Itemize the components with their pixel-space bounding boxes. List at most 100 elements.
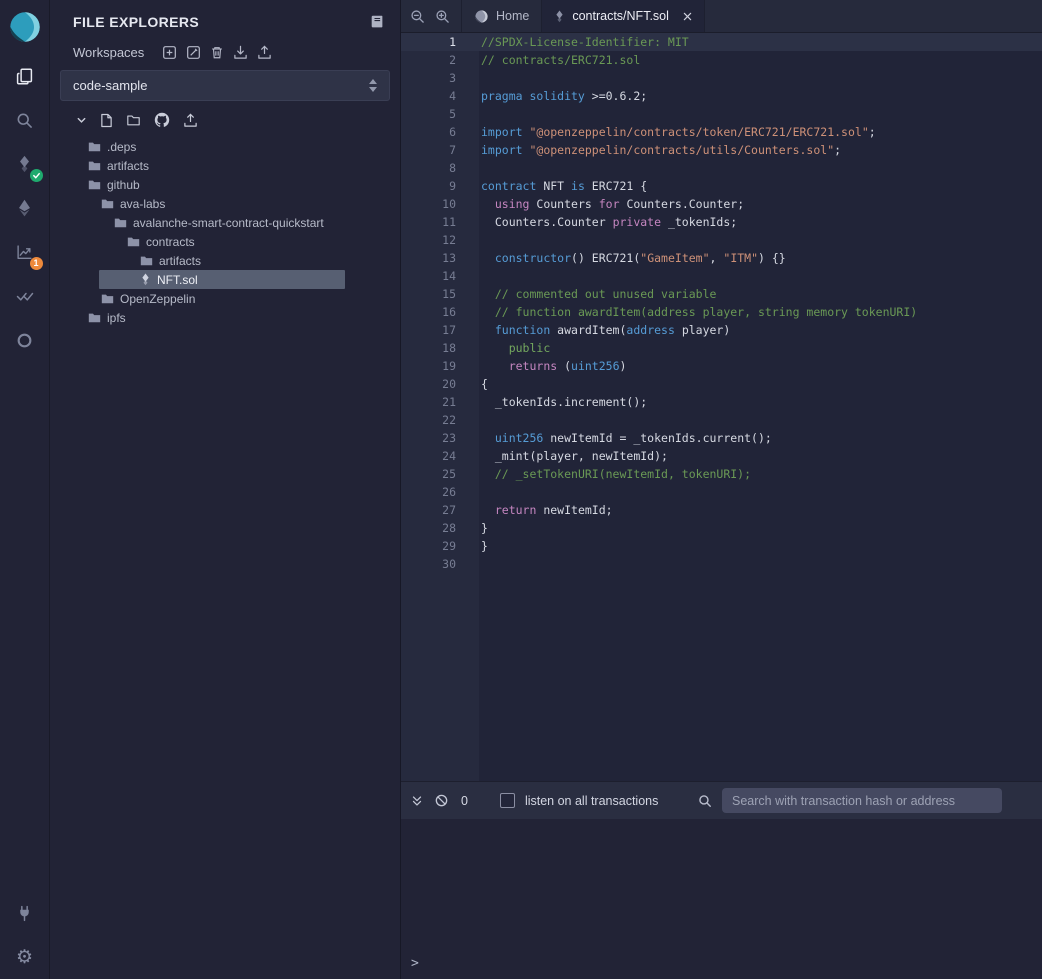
tree-item-label: ipfs <box>107 311 126 325</box>
tree-item-OpenZeppelin[interactable]: OpenZeppelin <box>50 289 400 308</box>
expand-terminal-icon[interactable] <box>410 794 424 808</box>
code-line: public <box>479 339 1042 357</box>
tree-item-ipfs[interactable]: ipfs <box>50 308 400 327</box>
new-folder-icon[interactable] <box>126 113 141 127</box>
code-line: //SPDX-License-Identifier: MIT <box>479 33 1042 51</box>
editor[interactable]: 1234567891011121314151617181920212223242… <box>401 33 1042 781</box>
tab-label: Home <box>496 9 529 23</box>
analytics-nav-icon[interactable]: 1 <box>0 230 50 274</box>
line-number: 2 <box>401 51 479 69</box>
tab-home[interactable]: Home <box>461 0 542 32</box>
code-line: } <box>479 537 1042 555</box>
tab-contracts-nft-sol[interactable]: contracts/NFT.sol <box>542 0 705 32</box>
remix-logo[interactable] <box>0 0 50 54</box>
file-explorer-panel: FILE EXPLORERS Workspaces code-sample <box>50 0 400 979</box>
line-number: 11 <box>401 213 479 231</box>
tree-item-label: ava-labs <box>120 197 165 211</box>
line-number: 13 <box>401 249 479 267</box>
folder-icon <box>127 235 140 248</box>
code-line: Counters.Counter private _tokenIds; <box>479 213 1042 231</box>
line-number: 4 <box>401 87 479 105</box>
code-line <box>479 159 1042 177</box>
download-workspace-icon[interactable] <box>233 45 248 60</box>
code-editor[interactable]: //SPDX-License-Identifier: MIT// contrac… <box>479 33 1042 781</box>
chevron-down-icon[interactable] <box>76 115 87 126</box>
editor-tabbar: Home contracts/NFT.sol <box>401 0 1042 33</box>
tree-item-NFT.sol[interactable]: NFT.sol <box>99 270 345 289</box>
plugin-circle-nav-icon[interactable] <box>0 318 50 362</box>
code-line: using Counters for Counters.Counter; <box>479 195 1042 213</box>
unit-testing-nav-icon[interactable] <box>0 274 50 318</box>
tree-item-contracts[interactable]: contracts <box>50 232 400 251</box>
tree-item-artifacts[interactable]: artifacts <box>50 251 400 270</box>
terminal-prompt: > <box>411 956 1032 971</box>
gear-icon: ⚙ <box>16 948 33 967</box>
workspaces-row: Workspaces <box>50 38 400 68</box>
deploy-run-nav-icon[interactable] <box>0 186 50 230</box>
solidity-compiler-nav-icon[interactable] <box>0 142 50 186</box>
workspaces-label: Workspaces <box>73 45 144 60</box>
analytics-count-badge: 1 <box>30 257 43 270</box>
search-icon[interactable] <box>698 794 712 808</box>
rename-workspace-icon[interactable] <box>186 45 201 60</box>
delete-workspace-icon[interactable] <box>210 45 224 60</box>
tree-item-label: artifacts <box>159 254 201 268</box>
code-line <box>479 69 1042 87</box>
new-file-icon[interactable] <box>100 113 113 128</box>
line-number: 21 <box>401 393 479 411</box>
folder-icon <box>88 140 101 153</box>
transaction-search-input[interactable] <box>722 788 1002 813</box>
line-number: 30 <box>401 555 479 573</box>
plugin-manager-icon[interactable] <box>0 891 50 935</box>
solidity-file-icon <box>140 273 151 286</box>
zoom-out-icon[interactable] <box>405 0 430 32</box>
listen-all-transactions-checkbox[interactable] <box>500 793 515 808</box>
line-number: 9 <box>401 177 479 195</box>
code-line: { <box>479 375 1042 393</box>
line-number: 19 <box>401 357 479 375</box>
tree-item-label: avalanche-smart-contract-quickstart <box>133 216 324 230</box>
folder-icon <box>88 311 101 324</box>
search-nav-icon[interactable] <box>0 98 50 142</box>
code-line <box>479 555 1042 573</box>
transaction-count: 0 <box>461 794 468 808</box>
tree-toolbar <box>50 101 400 135</box>
line-number: 3 <box>401 69 479 87</box>
settings-icon[interactable]: ⚙ <box>0 935 50 979</box>
line-number: 16 <box>401 303 479 321</box>
tree-item-artifacts[interactable]: artifacts <box>50 156 400 175</box>
clear-console-icon[interactable] <box>434 793 449 808</box>
zoom-in-icon[interactable] <box>430 0 455 32</box>
upload-workspace-icon[interactable] <box>257 45 272 60</box>
tree-item-label: github <box>107 178 140 192</box>
tree-item-github[interactable]: github <box>50 175 400 194</box>
publish-workspace-icon[interactable] <box>183 113 198 128</box>
code-line: _mint(player, newItemId); <box>479 447 1042 465</box>
terminal[interactable]: > <box>401 819 1042 979</box>
code-line <box>479 105 1042 123</box>
tree-item-avalanche-smart-contract-quickstart[interactable]: avalanche-smart-contract-quickstart <box>50 213 400 232</box>
github-icon[interactable] <box>154 112 170 128</box>
select-caret-icon <box>369 79 377 92</box>
tree-item-label: .deps <box>107 140 136 154</box>
line-number: 26 <box>401 483 479 501</box>
tree-item-label: NFT.sol <box>157 273 198 287</box>
tree-item-ava-labs[interactable]: ava-labs <box>50 194 400 213</box>
tab-close-icon[interactable] <box>683 12 692 21</box>
create-workspace-icon[interactable] <box>162 45 177 60</box>
tree-item-label: artifacts <box>107 159 149 173</box>
compiler-success-badge <box>30 169 43 182</box>
panel-menu-icon[interactable] <box>370 14 385 29</box>
code-line: constructor() ERC721("GameItem", "ITM") … <box>479 249 1042 267</box>
folder-icon <box>140 254 153 267</box>
tree-item-label: contracts <box>146 235 195 249</box>
workspace-select[interactable]: code-sample <box>60 70 390 101</box>
tree-item-.deps[interactable]: .deps <box>50 137 400 156</box>
remix-home-icon <box>474 9 489 24</box>
file-tree: .deps artifacts github ava-labs avalanche-sm… <box>50 137 400 327</box>
code-line: // function awardItem(address player, st… <box>479 303 1042 321</box>
tree-item-label: OpenZeppelin <box>120 292 195 306</box>
line-number: 18 <box>401 339 479 357</box>
line-number: 10 <box>401 195 479 213</box>
file-explorer-nav-icon[interactable] <box>0 54 50 98</box>
